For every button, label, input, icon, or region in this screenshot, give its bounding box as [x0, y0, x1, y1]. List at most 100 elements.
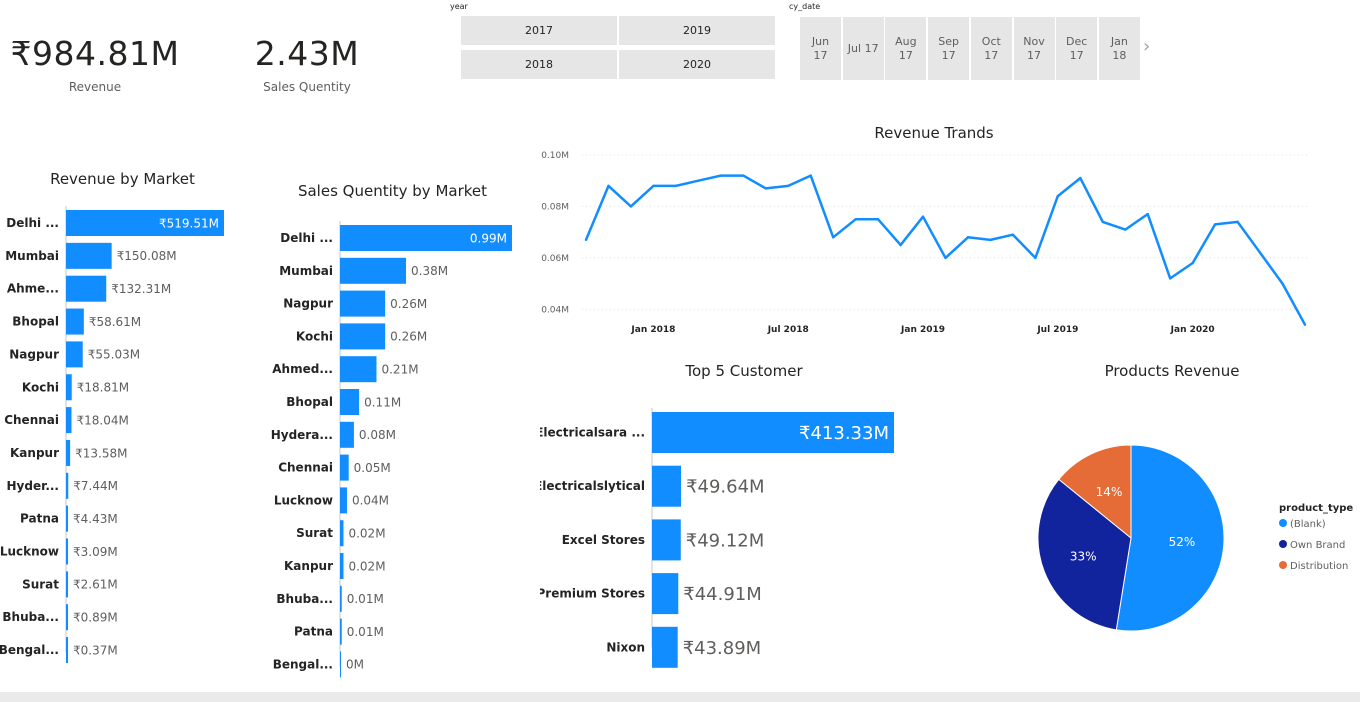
- data-label: 0.01M: [347, 592, 384, 606]
- data-label: 0.08M: [359, 428, 396, 442]
- data-label: ₹49.12M: [686, 530, 765, 551]
- slice-label: 52%: [1169, 535, 1196, 549]
- data-point: [921, 215, 925, 218]
- top5-customer-title: Top 5 Customer: [685, 362, 803, 380]
- bar: [66, 407, 72, 434]
- data-point: [1168, 277, 1172, 280]
- category-label: Surat: [296, 526, 333, 540]
- x-tick-label: Jan 2018: [630, 325, 675, 335]
- data-label: ₹3.09M: [73, 545, 118, 559]
- sales-qty-by-market-chart: Delhi ... 0.99M Mumbai 0.38M Nagpur 0.26M Koch…: [271, 221, 512, 678]
- data-label: ₹13.58M: [75, 446, 127, 460]
- category-label: Nagpur: [9, 347, 59, 361]
- data-point: [966, 236, 970, 239]
- category-label: Patna: [294, 625, 333, 639]
- category-label: Chennai: [4, 413, 59, 427]
- bar: [340, 618, 342, 645]
- data-label: 0.01M: [347, 625, 384, 639]
- data-point: [697, 179, 700, 182]
- data-point: [876, 218, 880, 221]
- data-point: [1101, 220, 1104, 224]
- date-tile[interactable]: Jun 17: [800, 17, 841, 80]
- category-label: Chennai: [278, 461, 333, 475]
- sales-qty-by-market-title: Sales Quentity by Market: [297, 182, 488, 200]
- legend-title: product_type: [1279, 503, 1353, 514]
- data-label: 0.05M: [354, 461, 391, 475]
- data-point: [899, 243, 902, 247]
- slice-label: 33%: [1070, 549, 1097, 563]
- bar: [340, 553, 344, 579]
- data-point: [629, 205, 633, 208]
- date-tile[interactable]: Jan 18: [1098, 17, 1140, 80]
- category-label: Bhuba...: [2, 610, 59, 624]
- data-point: [1056, 194, 1060, 198]
- data-point: [1258, 251, 1262, 254]
- date-tile[interactable]: Sep 17: [928, 17, 970, 80]
- category-label: Surat: [22, 577, 59, 591]
- data-label: ₹18.04M: [76, 413, 128, 427]
- bar: [66, 439, 71, 466]
- x-tick-label: Jan 2020: [1170, 325, 1215, 335]
- year-slicer-title: year: [450, 2, 468, 11]
- date-tile[interactable]: Oct 17: [970, 17, 1012, 80]
- data-point: [674, 184, 678, 188]
- data-point: [1146, 212, 1149, 216]
- data-label: 0.26M: [390, 330, 427, 344]
- data-point: [764, 187, 767, 190]
- year-option-2017[interactable]: 2017: [461, 16, 617, 45]
- date-tile[interactable]: Nov 17: [1013, 17, 1055, 80]
- data-label: 0.11M: [364, 395, 401, 409]
- revenue-trends-title: Revenue Trands: [874, 124, 994, 142]
- year-option-2019[interactable]: 2019: [619, 16, 775, 45]
- data-label: 0.38M: [411, 264, 448, 278]
- data-point: [787, 184, 790, 188]
- slice-label: 14%: [1096, 485, 1123, 499]
- products-revenue-title: Products Revenue: [1104, 362, 1240, 380]
- category-label: Nixon: [606, 640, 645, 654]
- data-point: [1124, 228, 1127, 231]
- sales-qty-kpi-value: 2.43M: [254, 34, 360, 73]
- data-point: [1011, 233, 1015, 236]
- chevron-right-icon[interactable]: ›: [1143, 36, 1150, 57]
- revenue-series-line: [584, 174, 1307, 326]
- top5-customer-chart: Electricalsara ... ₹413.33M Electricalslyt…: [540, 408, 894, 668]
- revenue-kpi-value: ₹984.81M: [10, 34, 180, 73]
- data-label: 0.04M: [352, 494, 389, 508]
- category-label: Hyder...: [7, 479, 59, 493]
- bar: [340, 323, 386, 350]
- data-label: ₹0.89M: [73, 611, 118, 625]
- data-label: ₹7.44M: [73, 479, 118, 493]
- date-tile[interactable]: Dec 17: [1056, 17, 1098, 80]
- bar: [652, 519, 681, 561]
- data-point: [1034, 256, 1037, 260]
- data-point: [944, 256, 947, 260]
- bar: [340, 257, 407, 284]
- data-label: 0M: [346, 658, 364, 672]
- category-label: Delhi ...: [6, 216, 59, 230]
- year-option-2020[interactable]: 2020: [619, 50, 775, 79]
- year-option-2018[interactable]: 2018: [461, 50, 617, 79]
- bar: [66, 571, 68, 598]
- category-label: Delhi ...: [280, 231, 333, 245]
- date-tile[interactable]: Aug 17: [885, 17, 927, 80]
- bar: [66, 604, 68, 631]
- data-label: ₹2.61M: [73, 578, 118, 592]
- x-tick-label: Jul 2018: [767, 325, 809, 335]
- data-point: [719, 174, 723, 177]
- data-point: [989, 238, 992, 242]
- legend-label: Distribution: [1290, 561, 1348, 572]
- legend-label: Own Brand: [1290, 540, 1345, 551]
- bar: [340, 290, 386, 317]
- data-label: 0.21M: [381, 363, 418, 377]
- bar: [66, 242, 112, 269]
- category-label: Electricalslytical: [540, 479, 645, 493]
- data-label: ₹413.33M: [799, 423, 889, 444]
- category-label: Premium Stores: [540, 587, 645, 601]
- data-label: ₹519.51M: [159, 216, 219, 230]
- category-label: Kanpur: [284, 559, 333, 573]
- date-tile[interactable]: Jul 17: [842, 17, 884, 80]
- category-label: Bhopal: [286, 395, 333, 409]
- bar: [66, 538, 68, 565]
- data-point: [652, 184, 655, 188]
- bar: [652, 465, 682, 507]
